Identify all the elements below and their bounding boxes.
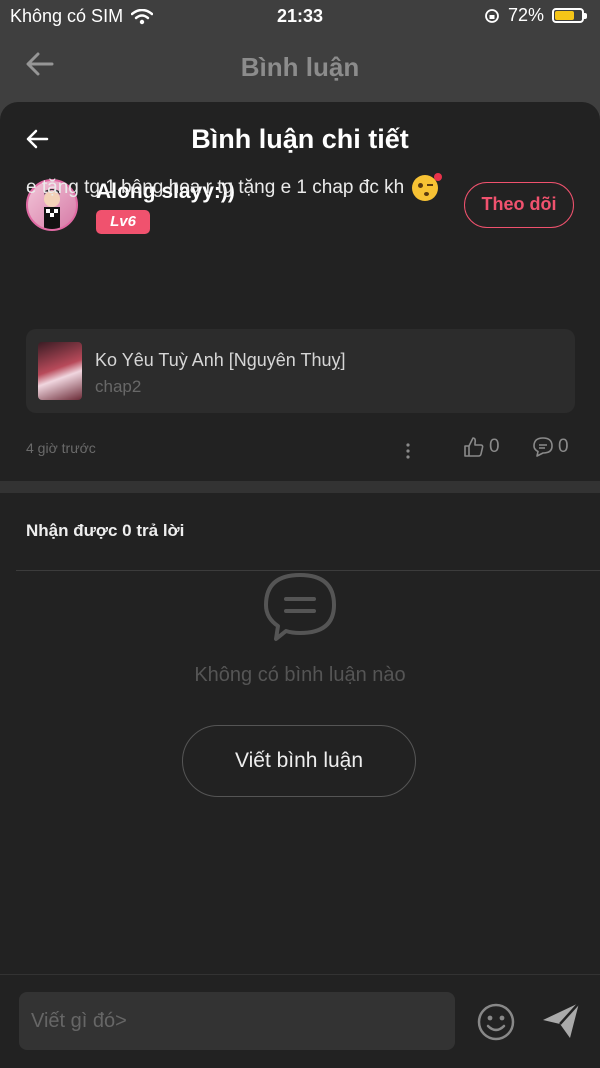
manga-cover-image [38, 342, 82, 400]
section-divider [0, 481, 600, 493]
battery-icon [552, 8, 587, 23]
level-badge: Lv6 [96, 210, 150, 234]
battery-percent: 72% [507, 5, 544, 25]
comment-input-bar [0, 974, 600, 1068]
reply-count: 0 [558, 436, 569, 457]
background-header: Bình luận [0, 34, 600, 100]
replies-heading: Nhận được 0 trả lời [26, 521, 185, 540]
background-title: Bình luận [240, 52, 360, 82]
comment-bubble-icon [533, 437, 553, 457]
comment-meta-row: 4 giờ trước 0 0 [26, 436, 574, 466]
kiss-emoji-icon [412, 173, 443, 201]
send-icon[interactable] [540, 999, 582, 1041]
reply-button[interactable]: 0 [532, 436, 569, 458]
empty-state-text: Không có bình luận nào [194, 664, 406, 686]
thumbs-up-icon [464, 437, 484, 457]
comment-input[interactable] [19, 992, 455, 1050]
smile-emoji-icon[interactable] [476, 1002, 516, 1042]
sheet-title: Bình luận chi tiết [191, 124, 409, 154]
status-right: 72% [484, 5, 587, 26]
sheet-header: Bình luận chi tiết [0, 102, 600, 178]
rotation-lock-icon [485, 8, 499, 23]
manga-chapter: chap2 [95, 377, 142, 396]
empty-comment-icon [264, 573, 336, 641]
status-bar: Không có SIM 21:33 72% [0, 0, 600, 34]
timestamp: 4 giờ trước [26, 440, 96, 456]
comment-text-content: e tặng tg 1 bông hoa r tg tặng e 1 chap … [26, 177, 405, 198]
manga-title: Ko Yêu Tuỳ Anh [Nguyên Thuỵ] [95, 350, 346, 370]
battery-level [555, 11, 574, 20]
manga-card[interactable]: Ko Yêu Tuỳ Anh [Nguyên Thuỵ] chap2 [26, 329, 575, 413]
follow-button[interactable]: Theo dõi [464, 182, 574, 228]
more-options-icon[interactable] [404, 442, 412, 460]
like-count: 0 [489, 436, 500, 457]
like-button[interactable]: 0 [463, 436, 500, 458]
write-comment-button[interactable]: Viết bình luận [182, 725, 416, 797]
comment-text: e tặng tg 1 bông hoa r tg tặng e 1 chap … [26, 173, 443, 201]
